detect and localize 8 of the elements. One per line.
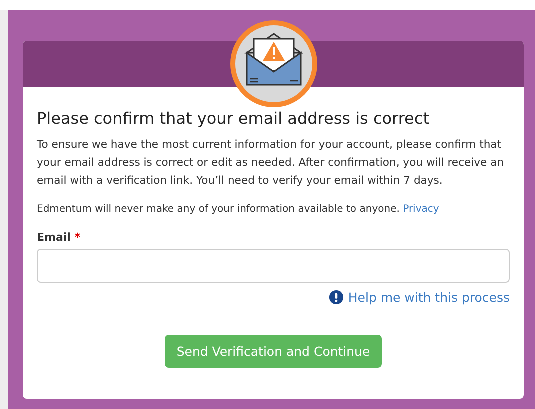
email-label: Email — [37, 231, 71, 244]
required-mark: * — [74, 231, 81, 244]
send-verification-button[interactable]: Send Verification and Continue — [164, 335, 382, 368]
privacy-link[interactable]: Privacy — [403, 204, 440, 215]
help-link[interactable]: Help me with this process — [329, 290, 510, 305]
intro-paragraph: To ensure we have the most current information for your account, please confirm that your email address is correct or edit as needed. After confirmation, you will receive an email with a verification link. You’ll need to verify your email within 7 days. — [37, 137, 506, 189]
privacy-note: Edmentum will never make any of your information available to anyone. — [37, 204, 400, 215]
dialog-title: Please confirm that your email address is correct — [37, 109, 430, 128]
